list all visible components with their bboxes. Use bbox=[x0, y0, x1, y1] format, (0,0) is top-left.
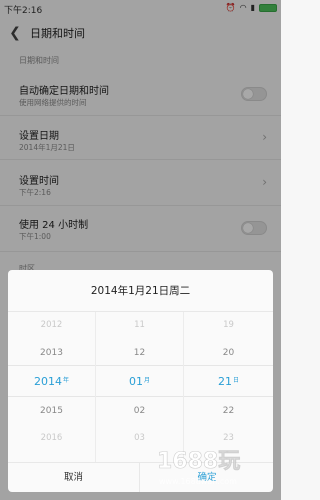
watermark-text: 1688玩 bbox=[157, 449, 240, 474]
wheel-item[interactable]: 22 bbox=[184, 406, 273, 416]
wheel-item-selected[interactable]: 01月 bbox=[96, 375, 183, 388]
wheel-item[interactable]: 2016 bbox=[8, 433, 95, 443]
day-selected-value: 21 bbox=[217, 375, 232, 388]
wheel-item[interactable]: 20 bbox=[184, 348, 273, 358]
wheel-item-selected[interactable]: 2014年 bbox=[8, 375, 95, 388]
year-wheel[interactable]: 2012 2013 2014年 2015 2016 bbox=[8, 312, 96, 462]
month-unit: 月 bbox=[143, 377, 150, 384]
watermark-url: www.1688wan.com bbox=[159, 477, 237, 486]
wheel-item-selected[interactable]: 21日 bbox=[184, 375, 273, 388]
wheel-item[interactable]: 2012 bbox=[8, 320, 95, 330]
day-unit: 日 bbox=[232, 377, 239, 384]
wheel-item[interactable]: 02 bbox=[96, 406, 183, 416]
wheel-item[interactable]: 2013 bbox=[8, 348, 95, 358]
year-unit: 年 bbox=[62, 377, 69, 384]
month-selected-value: 01 bbox=[128, 375, 143, 388]
wheel-item[interactable]: 2015 bbox=[8, 406, 95, 416]
year-selected-value: 2014 bbox=[33, 375, 62, 388]
watermark-logo: 1688玩 www.1688wan.com bbox=[157, 449, 241, 486]
dialog-title: 2014年1月21日周二 bbox=[8, 270, 273, 312]
wheel-item[interactable]: 19 bbox=[184, 320, 273, 330]
cancel-button[interactable]: 取消 bbox=[8, 463, 140, 492]
wheel-item[interactable]: 11 bbox=[96, 320, 183, 330]
wheel-item[interactable]: 12 bbox=[96, 348, 183, 358]
